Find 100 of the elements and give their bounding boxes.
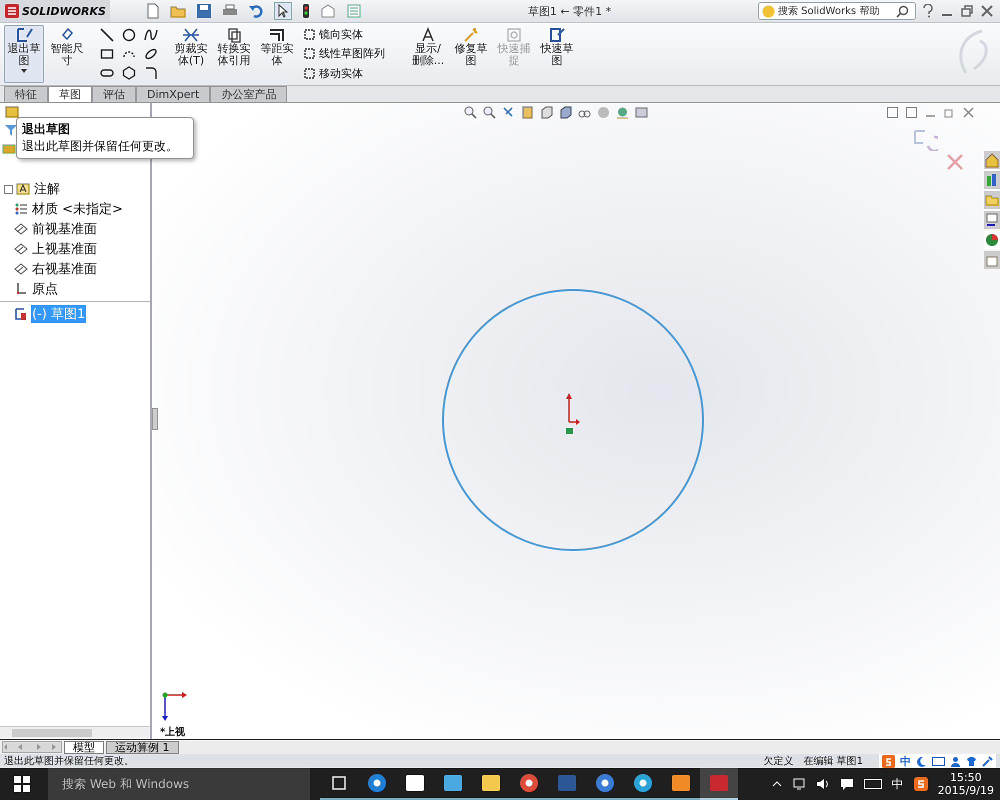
library-icon[interactable] [984,171,1000,189]
split-view-icon[interactable] [906,107,917,118]
ribbon-list-item[interactable]: 镜向实体 [304,27,385,42]
plane-icon [14,262,28,276]
command-tab[interactable]: DimXpert [136,86,210,102]
close-icon[interactable] [980,4,994,18]
exit-tool-icon [15,27,33,43]
feature-manager-icon[interactable] [4,105,20,119]
polygon-tool-icon[interactable] [122,66,136,80]
editing-mode-text: 在编辑 草图1 [803,754,863,768]
tree-item[interactable]: 上视基准面 [31,240,98,258]
ellipse-tool-icon[interactable] [144,46,158,61]
display-style-icon[interactable] [559,106,572,119]
horizontal-scrollbar[interactable] [0,726,150,739]
shirt-icon[interactable] [966,756,977,766]
zoom-to-fit-icon[interactable] [464,106,477,119]
user-icon[interactable] [950,756,961,766]
new-document-icon[interactable] [146,3,160,19]
ribbon-button[interactable]: 修复草图 [451,25,491,83]
custom-properties-icon[interactable] [984,251,1000,269]
filter-icon[interactable] [4,123,18,137]
split-view-icon[interactable] [887,107,898,118]
rectangle-tool-icon[interactable] [100,46,114,61]
command-tab[interactable]: 办公室产品 [210,86,288,102]
traffic-light-icon[interactable] [302,3,310,19]
tree-item[interactable]: 右视基准面 [31,260,98,278]
windows-start-icon[interactable] [14,776,30,792]
offset-tool-icon [268,27,286,43]
select-pointer-icon[interactable] [274,2,292,20]
model-tab[interactable]: 模型 [64,740,104,754]
ribbon-button[interactable]: 剪裁实体(T) [171,25,211,83]
home-icon[interactable] [984,151,1000,169]
ribbon-button[interactable]: 退出草图 [4,25,44,83]
expand-toggle[interactable] [4,184,13,194]
search-icon [896,4,909,18]
taskbar-search-field[interactable]: 搜索 Web 和 Windows [48,768,310,800]
plane-icon [14,242,28,256]
view-settings-icon[interactable] [635,106,648,119]
ribbon-button[interactable]: 显示/删除... [408,25,448,83]
view-orientation-label: *上视 [160,726,186,739]
app-icon [404,772,426,794]
chevron-up-icon[interactable] [772,779,782,789]
appearance-ball-icon[interactable] [984,231,1000,249]
input-method-text[interactable]: 中 [892,776,904,792]
tree-item[interactable]: 前视基准面 [31,220,98,238]
ribbon-button[interactable]: 等距实体 [257,25,297,83]
logo-icon [4,3,20,19]
status-message: 退出此草图并保留任何更改。 [4,754,134,768]
help-search-field[interactable]: 搜索 SolidWorks 帮助 [758,2,916,20]
circle-tool-icon[interactable] [122,28,136,42]
help-menu-icon[interactable] [922,4,934,18]
tooltip-title: 退出草图 [22,121,71,138]
options-icon[interactable] [346,3,362,19]
taskbar-app[interactable] [700,768,738,800]
notification-icon[interactable] [840,777,854,791]
ribbon-button[interactable]: 快速草图 [537,25,577,83]
material-icon [14,202,28,216]
trim-tool-icon [182,27,200,43]
tree-item[interactable]: 材质 <未指定> [31,200,124,218]
panel-splitter-handle[interactable] [152,408,158,430]
network-icon[interactable] [792,777,806,791]
app-icon [480,772,502,794]
sketch-icon [14,307,28,321]
ribbon-list-item[interactable]: 线性草图阵列 [304,46,385,62]
moon-icon[interactable] [916,756,927,766]
spline-tool-icon[interactable] [144,28,158,42]
app-icon [708,772,730,794]
section-view-icon[interactable] [521,106,534,119]
tree-item[interactable]: 原点 [31,280,59,298]
ime-logo-icon[interactable] [914,777,928,791]
view-orientation-icon[interactable] [540,106,553,119]
undo-icon[interactable] [248,3,264,19]
app-icon [518,772,540,794]
ribbon-button[interactable]: 智能尺寸 [47,25,87,83]
tree-item[interactable]: 注解 [33,180,61,198]
command-tab[interactable]: 特征 [4,86,48,102]
volume-icon[interactable] [816,777,830,791]
app-icon [366,772,388,794]
line-tool-icon[interactable] [100,28,114,42]
app-icon [632,772,654,794]
wrench-icon[interactable] [982,756,993,766]
file-properties-icon[interactable] [320,3,336,19]
zoom-area-icon[interactable] [483,106,496,119]
plane-icon [14,222,28,236]
save-icon[interactable] [196,3,212,19]
fillet-tool-icon[interactable] [144,66,158,80]
restore-icon[interactable] [960,4,974,18]
ribbon-button[interactable]: 转换实体引用 [214,25,254,83]
restore-icon[interactable] [944,107,955,118]
model-tab[interactable]: 运动算例 1 [106,740,178,754]
ribbon-list-item[interactable]: 移动实体 [304,66,385,81]
scene-icon[interactable] [616,106,629,119]
close-icon[interactable] [963,107,974,118]
tool-icon [304,48,315,60]
view-palette-icon[interactable] [984,211,1000,229]
command-tab[interactable]: 草图 [48,86,92,102]
ime-mode-text[interactable]: 中 [900,754,911,768]
command-tab[interactable]: 评估 [92,86,136,102]
previous-view-icon[interactable] [502,106,515,119]
clock[interactable]: 15:50 2015/9/19 [938,770,994,798]
